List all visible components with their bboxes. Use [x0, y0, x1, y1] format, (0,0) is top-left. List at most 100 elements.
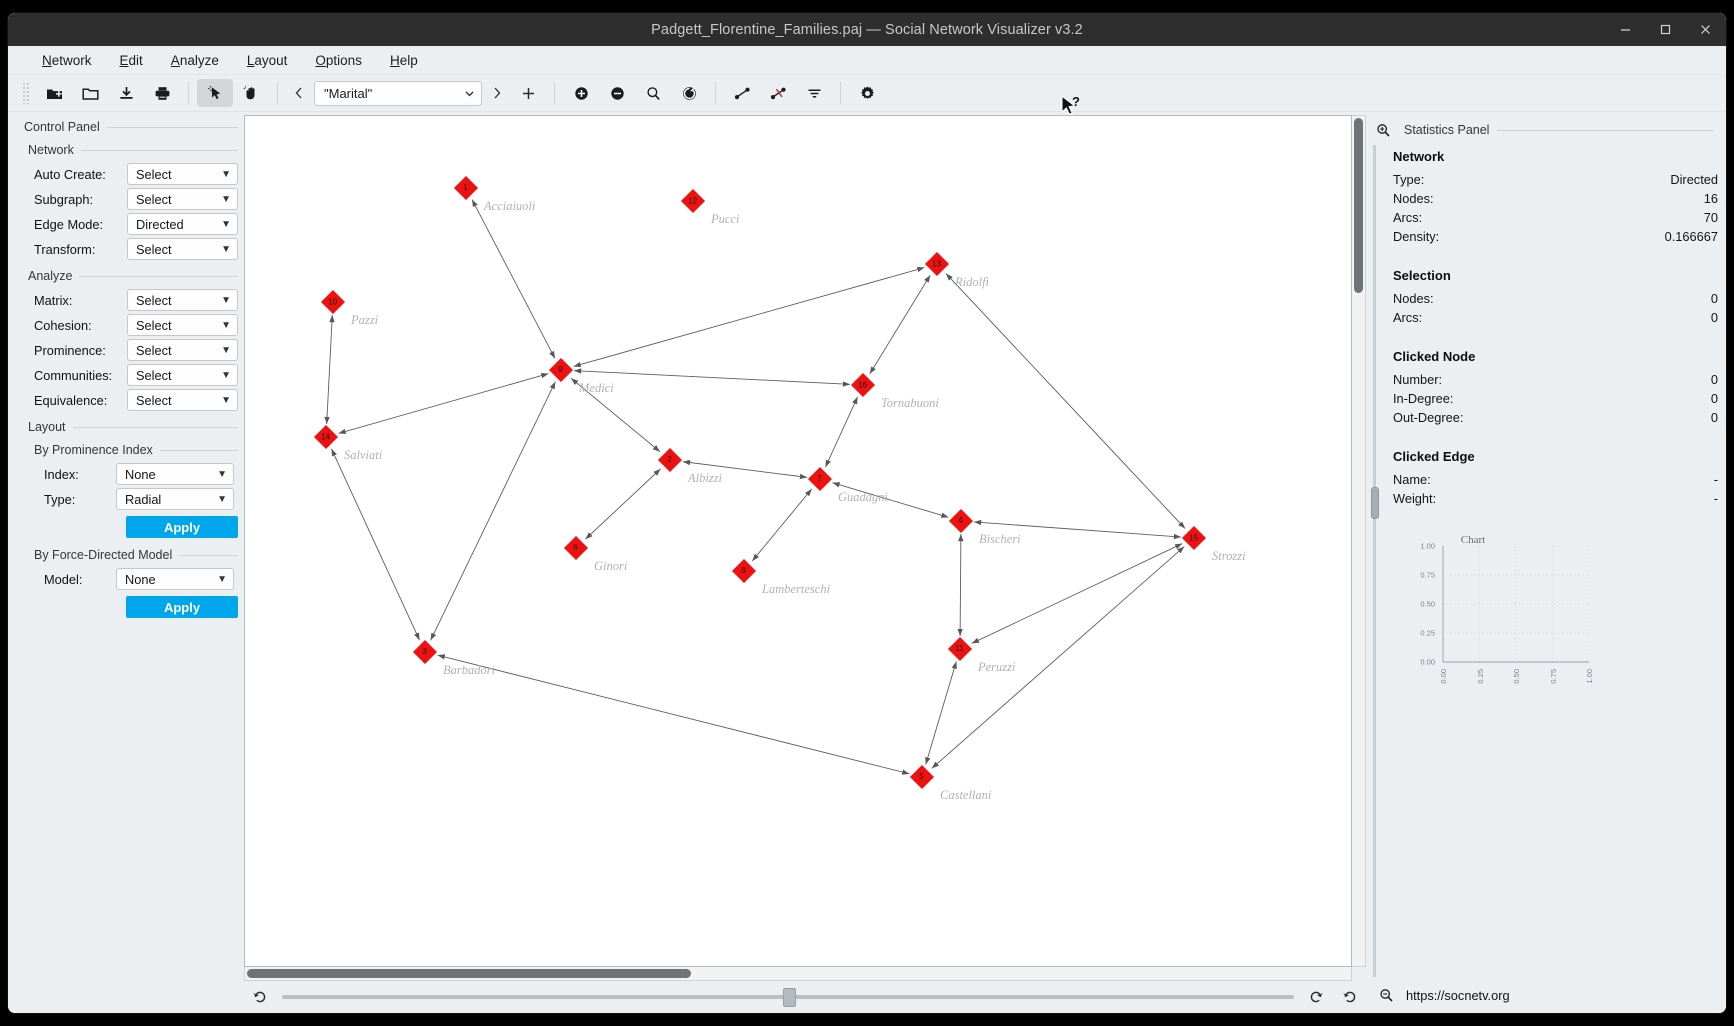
- rotation-slider[interactable]: [282, 986, 1294, 1008]
- label-index: Index:: [44, 466, 79, 482]
- scroll-thumb[interactable]: [1371, 487, 1379, 519]
- stat-row: Name: -: [1393, 470, 1718, 489]
- value-index: None: [125, 466, 156, 482]
- subheading-by-prominence-index: By Prominence Index: [34, 443, 153, 457]
- select-transform[interactable]: Select ▼: [127, 238, 238, 260]
- title-bar: Padgett_Florentine_Families.paj — Social…: [8, 13, 1726, 46]
- next-relation-icon[interactable]: [484, 79, 510, 107]
- select-pointer-icon[interactable]: [197, 79, 233, 107]
- graph-edge[interactable]: [430, 381, 556, 641]
- menu-options[interactable]: Options: [301, 50, 376, 71]
- filter-icon[interactable]: [796, 79, 832, 107]
- menu-network[interactable]: Network: [28, 50, 106, 71]
- select-matrix[interactable]: Select ▼: [127, 289, 238, 311]
- print-icon[interactable]: [144, 79, 180, 107]
- graph-edge[interactable]: [751, 488, 813, 562]
- select-subgraph[interactable]: Select ▼: [127, 188, 238, 210]
- close-icon[interactable]: [1694, 19, 1716, 41]
- toolbar-grip[interactable]: [22, 82, 30, 104]
- menu-layout[interactable]: Layout: [233, 50, 302, 71]
- remove-node-icon[interactable]: [760, 79, 796, 107]
- chevron-down-icon: ▼: [217, 573, 227, 585]
- stat-key: Density:: [1393, 229, 1440, 244]
- canvas-horizontal-scrollbar[interactable]: [244, 967, 1352, 981]
- stat-key: Number:: [1393, 372, 1443, 387]
- graph-edge[interactable]: [338, 372, 549, 435]
- select-cohesion[interactable]: Select ▼: [127, 314, 238, 336]
- graph-edge[interactable]: [945, 273, 1186, 529]
- node-number: 13: [932, 259, 942, 268]
- add-node-icon[interactable]: [724, 79, 760, 107]
- section-heading-selection: Selection: [1393, 268, 1451, 283]
- menu-analyze[interactable]: Analyze: [157, 50, 233, 71]
- zoom-in-icon[interactable]: [563, 79, 599, 107]
- rotate-left-icon[interactable]: [1304, 985, 1328, 1009]
- select-edge-mode[interactable]: Directed ▼: [127, 213, 238, 235]
- graph-edge[interactable]: [971, 543, 1183, 644]
- reset-rotation-icon[interactable]: [248, 985, 272, 1009]
- select-model[interactable]: None ▼: [116, 568, 234, 590]
- rotate-icon[interactable]: [671, 79, 707, 107]
- select-type[interactable]: Radial ▼: [116, 488, 234, 510]
- minimize-icon[interactable]: [1614, 19, 1636, 41]
- graph-edge[interactable]: [869, 274, 931, 375]
- apply-prominence-button[interactable]: Apply: [126, 516, 238, 538]
- apply-force-button[interactable]: Apply: [126, 596, 238, 618]
- new-network-icon[interactable]: [36, 79, 72, 107]
- node-number: 16: [858, 380, 868, 389]
- value-transform: Select: [136, 241, 172, 257]
- graph-edge[interactable]: [931, 546, 1185, 769]
- select-index[interactable]: None ▼: [116, 463, 234, 485]
- value-subgraph: Select: [136, 191, 172, 207]
- menu-help[interactable]: Help: [376, 50, 432, 71]
- statistics-scrollbar[interactable]: [1369, 145, 1381, 977]
- maximize-icon[interactable]: [1654, 19, 1676, 41]
- stat-key: Arcs:: [1393, 210, 1423, 225]
- chart-plot-area: 0.00 0.25 0.50 0.75 1.00 0.00 0.25 0.50 0.75 1.00: [1420, 542, 1594, 684]
- zoom-in-icon[interactable]: [1370, 119, 1396, 141]
- graph-node-label: Ginori: [594, 559, 628, 573]
- add-relation-icon[interactable]: [510, 79, 546, 107]
- graph-edge[interactable]: [925, 661, 957, 765]
- zoom-out-icon[interactable]: [599, 79, 635, 107]
- canvas-vertical-scrollbar[interactable]: [1352, 115, 1366, 967]
- graph-edge[interactable]: [471, 199, 556, 359]
- stat-key: Weight:: [1393, 491, 1437, 506]
- graph-edge[interactable]: [957, 533, 964, 637]
- previous-relation-icon[interactable]: [286, 79, 312, 107]
- graph-edge[interactable]: [585, 468, 661, 540]
- scroll-thumb[interactable]: [1354, 118, 1363, 293]
- chart-svg: [1442, 546, 1589, 663]
- label-model: Model:: [44, 571, 83, 587]
- scroll-thumb[interactable]: [247, 969, 691, 978]
- pan-hand-icon[interactable]: [233, 79, 269, 107]
- select-communities[interactable]: Select ▼: [127, 364, 238, 386]
- menu-edit[interactable]: Edit: [106, 50, 157, 71]
- stat-key: Nodes:: [1393, 291, 1434, 306]
- graph-edge[interactable]: [573, 368, 851, 387]
- select-equivalence[interactable]: Select ▼: [127, 389, 238, 411]
- graph-edge[interactable]: [331, 448, 420, 641]
- select-auto-create[interactable]: Select ▼: [127, 163, 238, 185]
- open-file-icon[interactable]: [72, 79, 108, 107]
- find-icon[interactable]: [635, 79, 671, 107]
- relation-combobox[interactable]: "Marital": [314, 80, 482, 106]
- rotate-right-icon[interactable]: [1338, 985, 1362, 1009]
- stat-key: Out-Degree:: [1393, 410, 1464, 425]
- select-prominence[interactable]: Select ▼: [127, 339, 238, 361]
- divider: [1497, 129, 1714, 131]
- graph-edge[interactable]: [437, 654, 910, 775]
- stat-value: -: [1713, 491, 1718, 506]
- zoom-out-icon[interactable]: [1366, 987, 1406, 1004]
- save-icon[interactable]: [108, 79, 144, 107]
- graph-edge[interactable]: [324, 314, 335, 425]
- row-subgraph: Subgraph: Select ▼: [16, 188, 238, 210]
- graph-edge[interactable]: [824, 396, 859, 468]
- graph-edge[interactable]: [573, 266, 925, 368]
- chart-y-tick: 0.75: [1420, 570, 1435, 580]
- graph-canvas[interactable]: 1 Acciaiuoli 12 Pucci 13 Ridolfi 10 Pazzi 9 Medic…: [244, 115, 1352, 967]
- application-window: Padgett_Florentine_Families.paj — Social…: [8, 13, 1726, 1013]
- stat-row: Nodes: 16: [1393, 189, 1718, 208]
- settings-icon[interactable]: [849, 79, 885, 107]
- slider-handle[interactable]: [782, 987, 796, 1007]
